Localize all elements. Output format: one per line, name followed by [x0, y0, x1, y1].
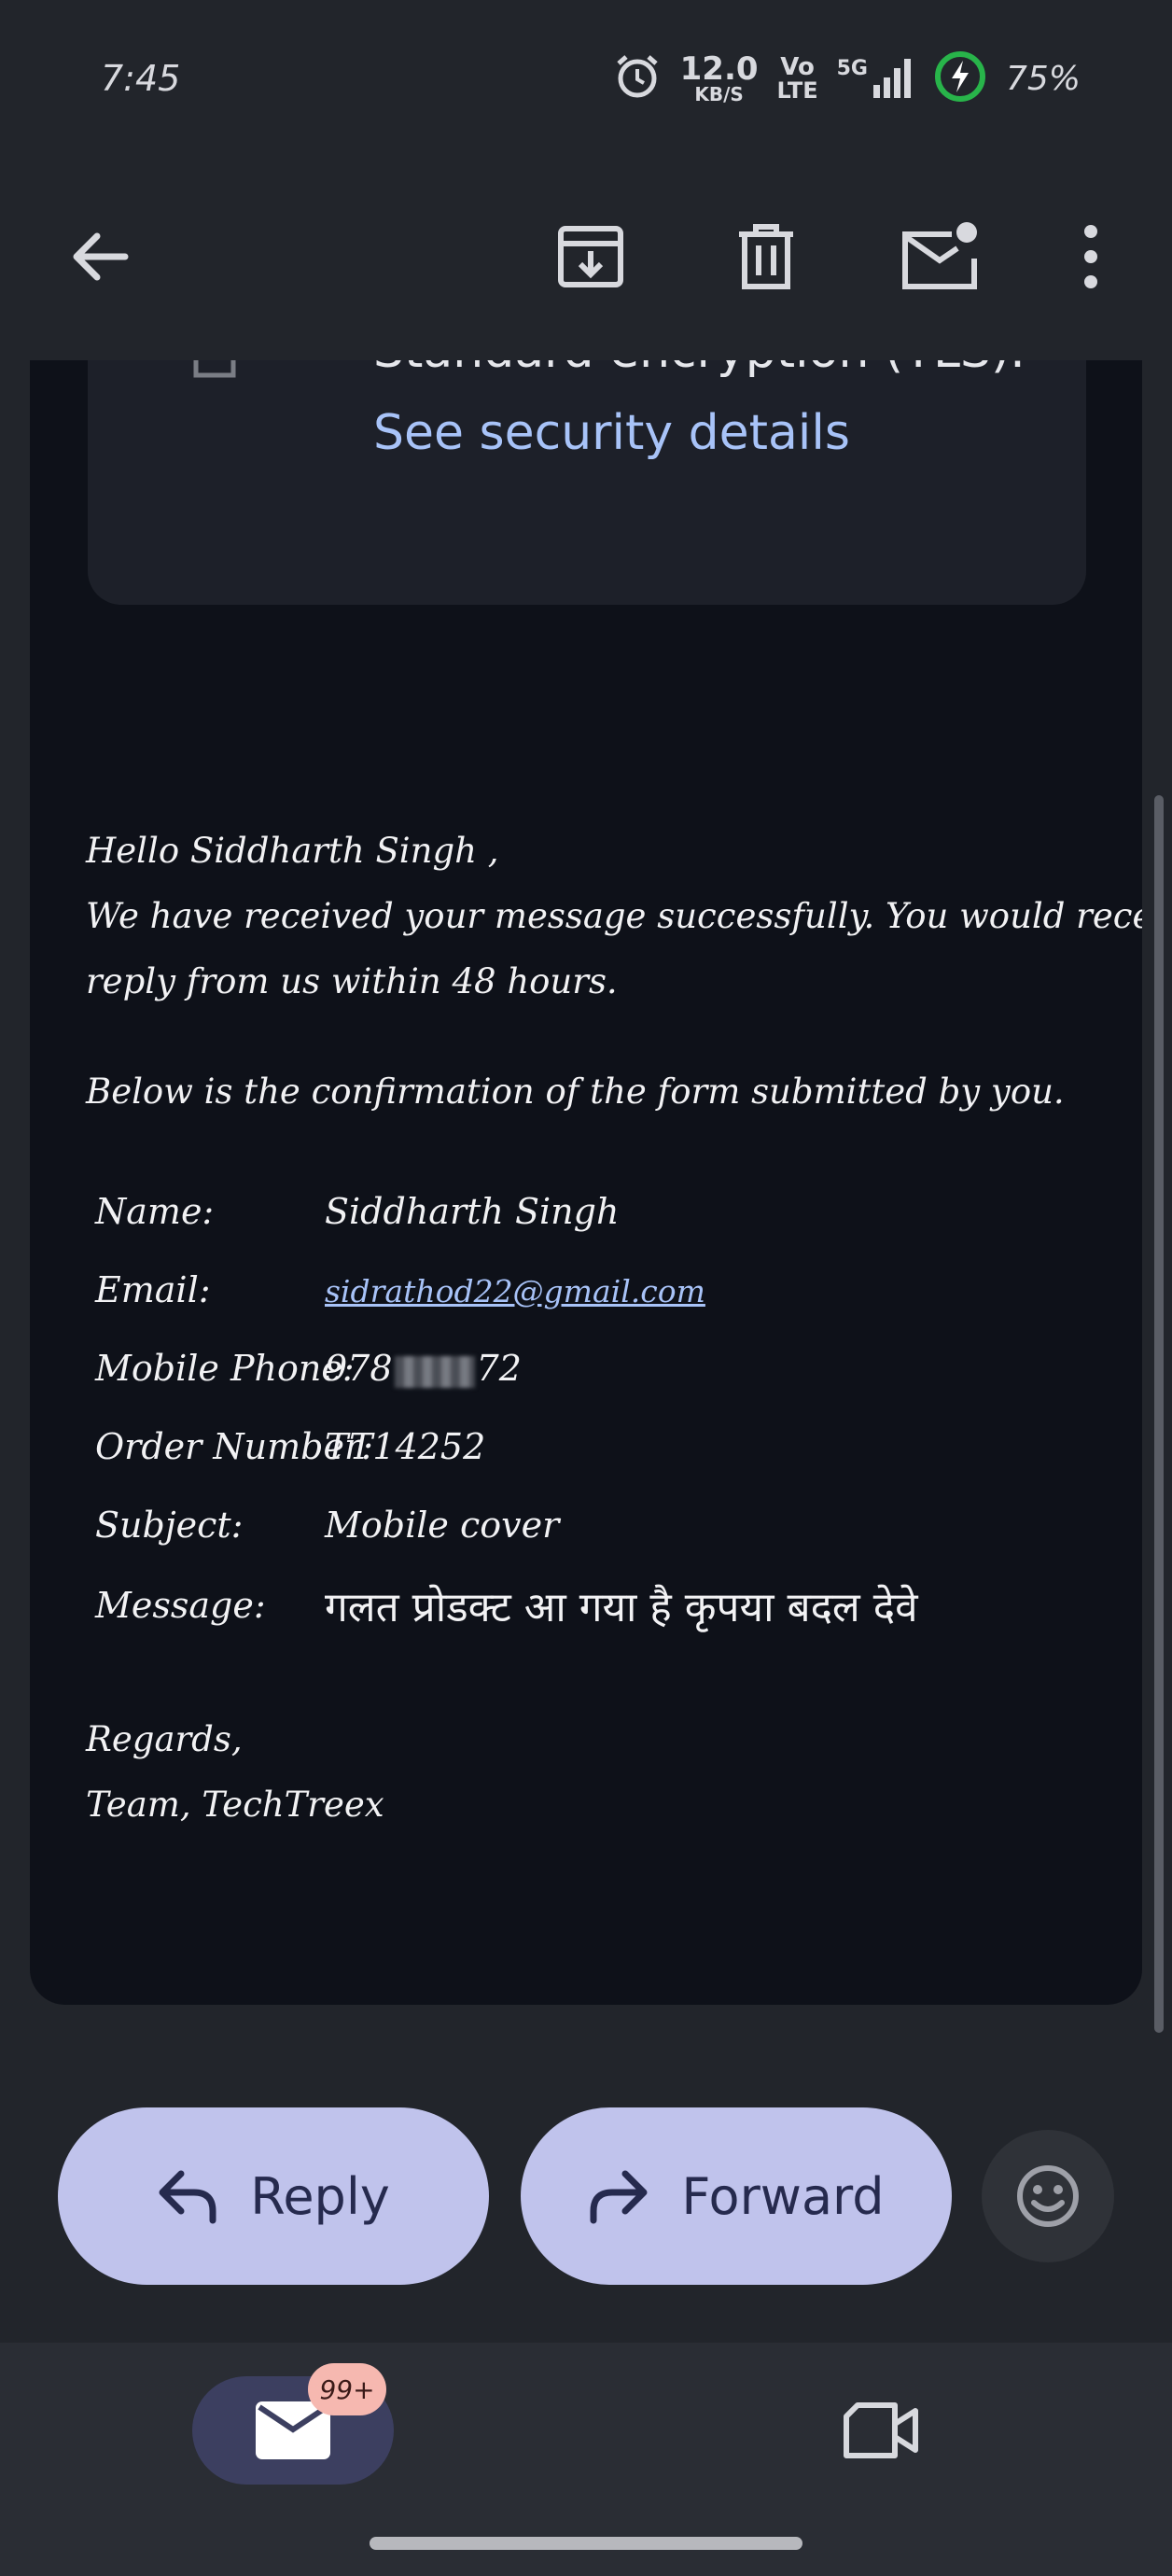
back-button[interactable] — [49, 205, 151, 308]
email-line-2: reply from us within 48 hours. — [86, 961, 618, 1001]
reply-button[interactable]: Reply — [58, 2107, 489, 2285]
delete-icon — [739, 224, 793, 289]
phone-label: Mobile Phone: — [95, 1348, 355, 1389]
video-icon — [844, 2402, 918, 2458]
forward-label: Forward — [681, 2166, 885, 2226]
email-toolbar — [0, 159, 1172, 360]
reply-label: Reply — [250, 2166, 390, 2226]
mark-unread-icon — [902, 222, 977, 289]
archive-button[interactable] — [539, 205, 642, 308]
alarm-icon — [613, 52, 662, 105]
security-details-panel: Standard encryption (TLS). See security … — [88, 360, 1086, 605]
name-value: Siddharth Singh — [325, 1191, 620, 1232]
forward-icon — [590, 2170, 648, 2224]
signature-text: Team, TechTreex — [86, 1785, 384, 1825]
delete-button[interactable] — [715, 205, 817, 308]
back-arrow-icon — [73, 232, 129, 281]
security-details-link[interactable]: See security details — [373, 405, 850, 461]
email-greeting: Hello Siddharth Singh , — [86, 831, 499, 871]
smiley-icon — [1017, 2165, 1079, 2227]
home-indicator[interactable] — [370, 2537, 802, 2550]
message-value: गलत प्रोडक्ट आ गया है कृपया बदल देवे — [325, 1584, 918, 1631]
net-speed: 12.0 KB/S — [679, 50, 759, 105]
forward-button[interactable]: Forward — [521, 2107, 952, 2285]
battery-icon — [933, 49, 987, 107]
email-intro: Below is the confirmation of the form su… — [86, 1071, 1065, 1112]
message-label: Message: — [95, 1585, 266, 1626]
unread-count-badge: 99+ — [308, 2363, 386, 2415]
email-label: Email: — [95, 1269, 211, 1310]
phone-value: 978 72 — [325, 1348, 522, 1389]
status-bar: 7:45 12.0 KB/S Vo LTE 5G 75% — [0, 0, 1172, 159]
emoji-reaction-button[interactable] — [982, 2130, 1114, 2262]
archive-icon — [558, 226, 623, 287]
reply-icon — [159, 2170, 216, 2224]
signal-icon: 5G — [837, 57, 914, 100]
email-body-card: Standard encryption (TLS). See security … — [30, 360, 1142, 2005]
more-vert-icon — [1084, 225, 1097, 288]
email-line-1: We have received your message successful… — [86, 896, 1142, 936]
status-time: 7:45 — [101, 58, 181, 99]
battery-percent: 75% — [1005, 59, 1081, 98]
regards-text: Regards, — [86, 1719, 243, 1759]
redacted-digits — [394, 1355, 475, 1388]
security-clipped-text: Standard encryption (TLS). — [373, 360, 1026, 379]
order-value: TT14252 — [325, 1426, 486, 1467]
volte-indicator: Vo LTE — [776, 53, 818, 104]
status-icons: 12.0 KB/S Vo LTE 5G 75% — [613, 49, 1081, 108]
subject-label: Subject: — [95, 1505, 244, 1546]
scrollbar[interactable] — [1154, 795, 1164, 2033]
email-value-link[interactable]: sidrathod22@gmail.com — [325, 1273, 705, 1309]
name-label: Name: — [95, 1191, 215, 1232]
lock-document-icon — [190, 360, 239, 383]
subject-value: Mobile cover — [325, 1505, 560, 1546]
tab-meet[interactable] — [827, 2376, 935, 2485]
more-options-button[interactable] — [1039, 205, 1142, 308]
mark-unread-button[interactable] — [888, 205, 991, 308]
